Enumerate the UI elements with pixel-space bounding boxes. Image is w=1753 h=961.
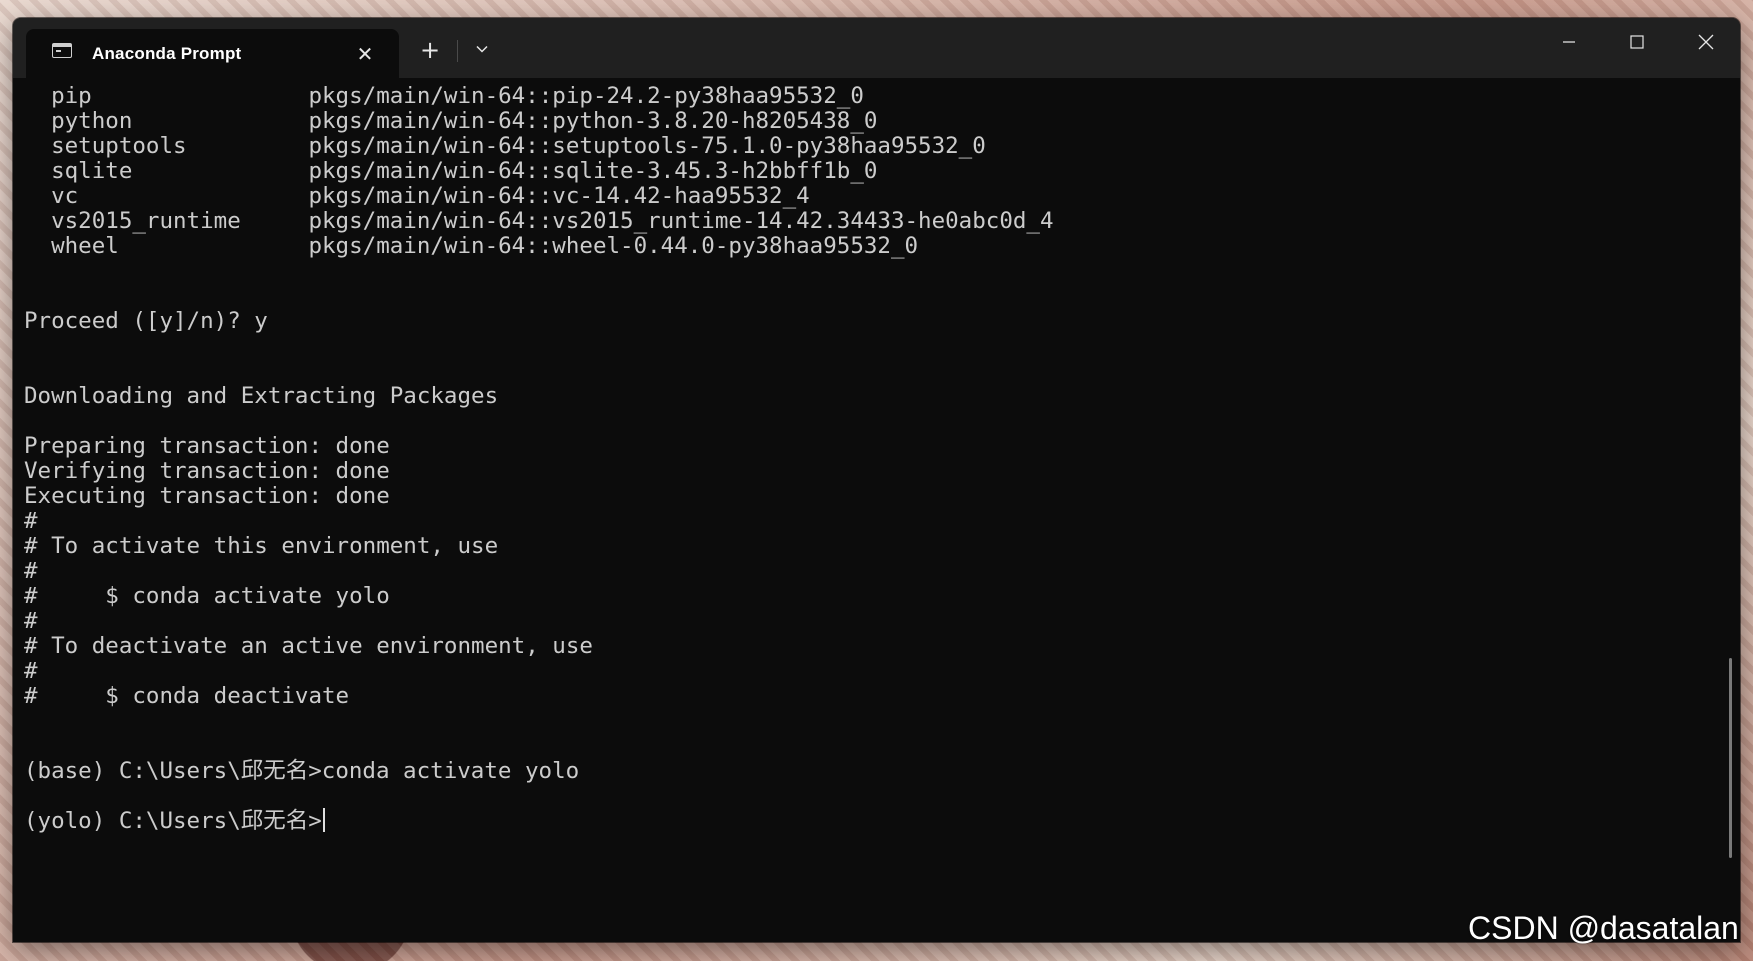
terminal-window: Anaconda Prompt ✕ + pip pkgs/main/win-64… xyxy=(13,18,1740,942)
terminal-line: Proceed ([y]/n)? y xyxy=(24,308,268,334)
new-tab-button[interactable]: + xyxy=(413,33,447,67)
watermark: CSDN @dasatalan xyxy=(1468,910,1739,946)
tab-dropdown-button[interactable] xyxy=(465,33,499,67)
minimize-icon xyxy=(1563,41,1575,43)
scrollbar[interactable] xyxy=(1729,658,1732,858)
terminal-line: Downloading and Extracting Packages xyxy=(24,383,499,409)
tab-anaconda-prompt[interactable]: Anaconda Prompt ✕ xyxy=(26,29,399,78)
chevron-down-icon xyxy=(476,45,488,53)
text-cursor xyxy=(322,808,325,832)
terminal-line: Preparing transaction: done xyxy=(24,433,390,459)
terminal-output[interactable]: pip pkgs/main/win-64::pip-24.2-py38haa95… xyxy=(13,78,1740,942)
terminal-icon xyxy=(52,43,72,58)
terminal-line: vc pkgs/main/win-64::vc-14.42-haa95532_4 xyxy=(24,183,810,209)
terminal-line: Verifying transaction: done xyxy=(24,458,390,484)
maximize-icon xyxy=(1630,35,1644,49)
terminal-line: # xyxy=(24,508,38,534)
terminal-line: sqlite pkgs/main/win-64::sqlite-3.45.3-h… xyxy=(24,158,878,184)
terminal-line: Executing transaction: done xyxy=(24,483,390,509)
terminal-line: # $ conda activate yolo xyxy=(24,583,390,609)
close-icon xyxy=(1698,34,1714,50)
tab-separator xyxy=(457,40,458,62)
terminal-line: # xyxy=(24,558,38,584)
terminal-line: # To activate this environment, use xyxy=(24,533,499,559)
close-window-button[interactable] xyxy=(1672,18,1740,66)
terminal-line: # xyxy=(24,608,38,634)
terminal-line: # To deactivate an active environment, u… xyxy=(24,633,593,659)
terminal-line: (base) C:\Users\邱无名>conda activate yolo xyxy=(24,758,580,784)
minimize-button[interactable] xyxy=(1535,18,1603,66)
terminal-line: python pkgs/main/win-64::python-3.8.20-h… xyxy=(24,108,878,134)
maximize-button[interactable] xyxy=(1603,18,1671,66)
terminal-line: # $ conda deactivate xyxy=(24,683,350,709)
tab-title: Anaconda Prompt xyxy=(92,44,242,63)
title-bar[interactable]: Anaconda Prompt ✕ + xyxy=(13,18,1740,78)
terminal-line: wheel pkgs/main/win-64::wheel-0.44.0-py3… xyxy=(24,233,919,259)
terminal-line: # xyxy=(24,658,38,684)
terminal-line: pip pkgs/main/win-64::pip-24.2-py38haa95… xyxy=(24,83,864,109)
tab-close-icon[interactable]: ✕ xyxy=(352,41,378,67)
terminal-line: (yolo) C:\Users\邱无名> xyxy=(24,807,325,835)
terminal-line: vs2015_runtime pkgs/main/win-64::vs2015_… xyxy=(24,208,1054,234)
terminal-line: setuptools pkgs/main/win-64::setuptools-… xyxy=(24,133,986,159)
